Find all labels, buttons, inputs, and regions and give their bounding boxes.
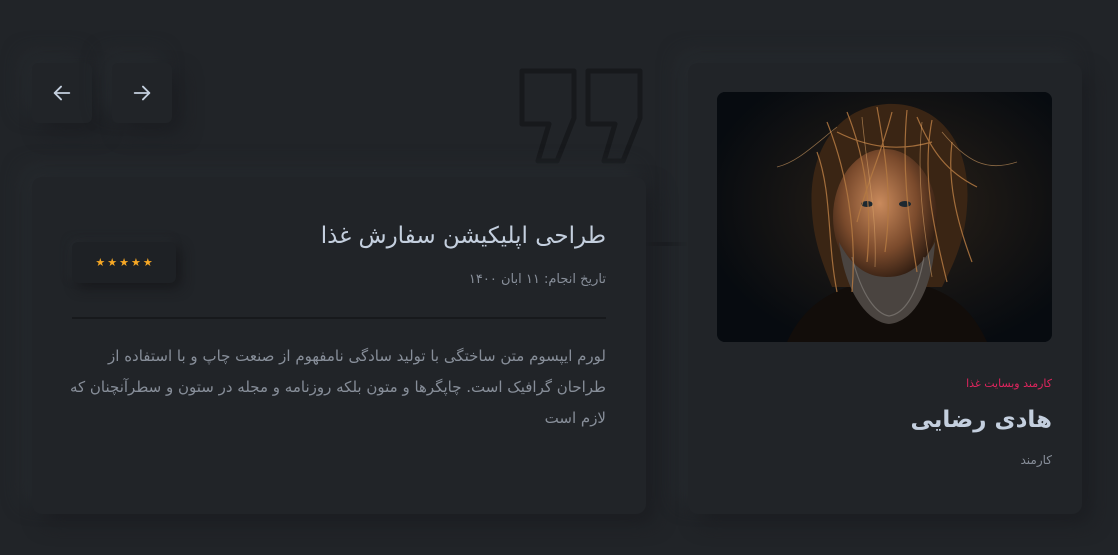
arrow-left-icon bbox=[51, 82, 73, 104]
testimonial-text: لورم ایپسوم متن ساختگی با تولید سادگی نا… bbox=[69, 347, 606, 427]
card-connector bbox=[645, 242, 687, 246]
project-date: تاریخ انجام: ۱۱ ابان ۱۴۰۰ bbox=[468, 272, 606, 287]
quote-icon bbox=[518, 68, 644, 164]
arrow-right-icon bbox=[131, 82, 153, 104]
star-icon: ★ bbox=[95, 256, 106, 269]
profile-card: کارمند وبسایت غذا هادی رضایی کارمند bbox=[688, 63, 1082, 514]
role-tag: کارمند وبسایت غذا bbox=[966, 377, 1052, 390]
star-icon: ★ bbox=[142, 256, 153, 269]
star-icon: ★ bbox=[107, 256, 118, 269]
project-title: طراحی اپلیکیشن سفارش غذا bbox=[320, 223, 606, 249]
star-icon: ★ bbox=[119, 256, 129, 269]
next-button[interactable] bbox=[112, 63, 172, 123]
testimonial-card: طراحی اپلیکیشن سفارش غذا تاریخ انجام: ۱۱… bbox=[32, 177, 646, 514]
rating-badge: ★ ★ ★ ★ ★ bbox=[72, 242, 176, 283]
person-photo bbox=[717, 92, 1052, 342]
star-icon: ★ bbox=[130, 256, 141, 269]
person-name: هادی رضایی bbox=[910, 407, 1052, 433]
previous-button[interactable] bbox=[32, 63, 92, 123]
divider bbox=[72, 317, 606, 319]
person-title: کارمند bbox=[1020, 453, 1052, 467]
